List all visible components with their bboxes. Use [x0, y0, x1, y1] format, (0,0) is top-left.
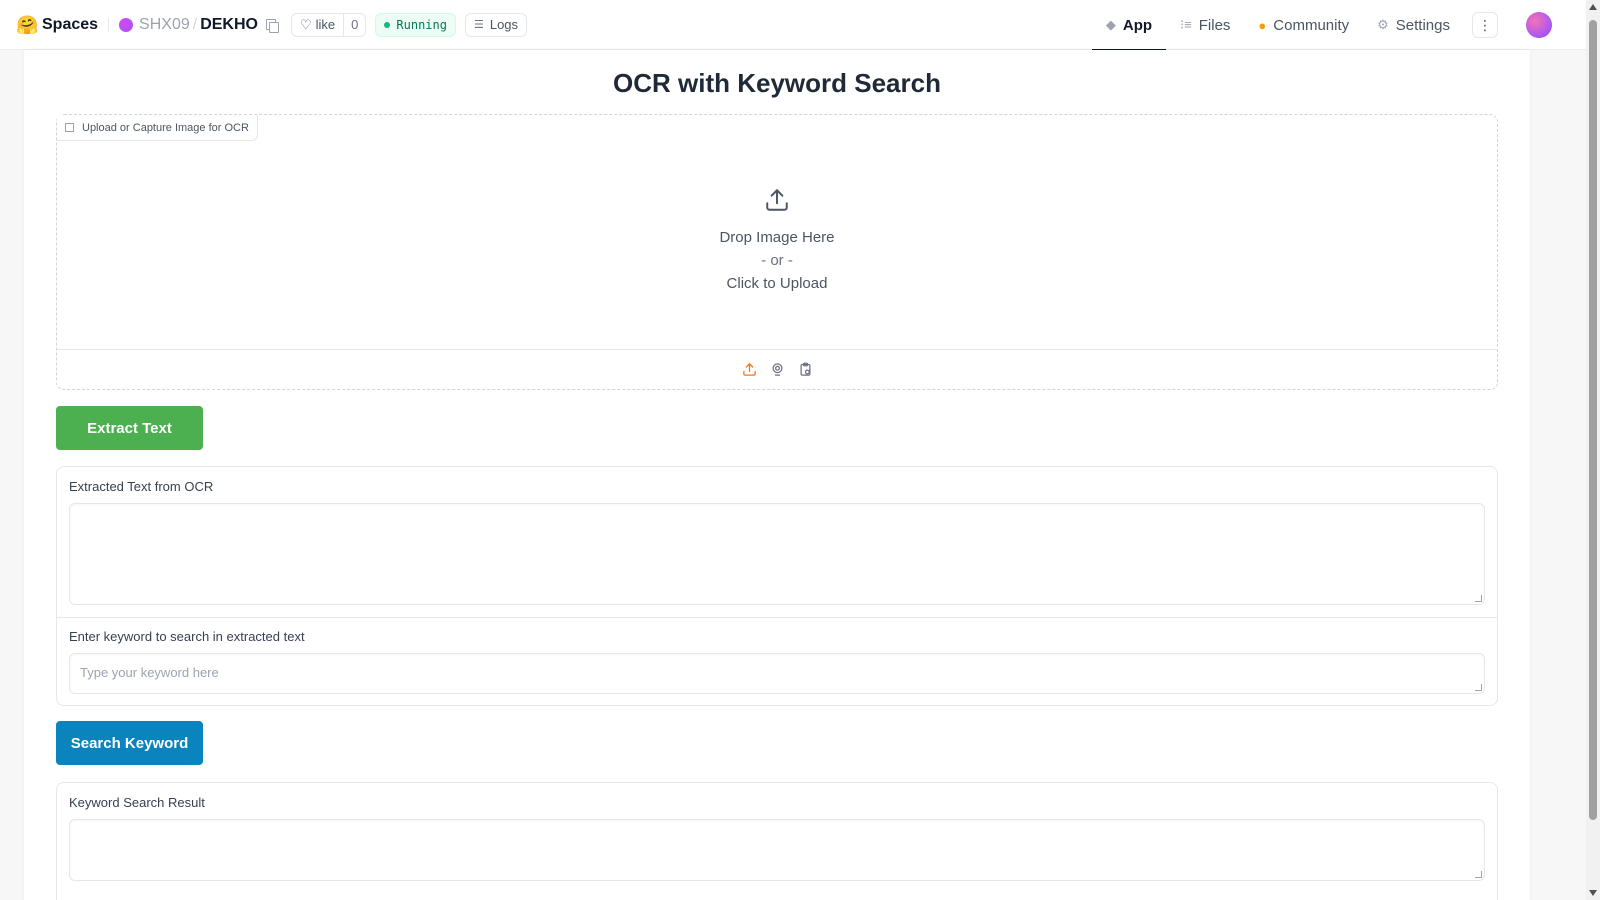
owner-avatar-icon: [119, 17, 134, 32]
ocr-output-group: Extracted Text from OCR Enter keyword to…: [56, 466, 1498, 706]
kebab-menu-icon: ⋮: [1478, 16, 1492, 33]
search-result-area[interactable]: [69, 819, 1485, 881]
path-separator: /: [192, 15, 198, 33]
keyword-label: Enter keyword to search in extracted tex…: [69, 629, 305, 644]
page-scrollbar[interactable]: [1586, 0, 1600, 900]
dropzone[interactable]: Drop Image Here - or - Click to Upload: [57, 187, 1497, 295]
upload-label: Upload or Capture Image for OCR: [82, 121, 249, 134]
logs-icon: ☰: [473, 19, 484, 31]
tab-files[interactable]: ⁝≡ Files: [1166, 0, 1244, 50]
like-widget: ♡ like 0: [290, 12, 367, 37]
like-label: like: [315, 17, 336, 32]
divider: [57, 617, 1497, 618]
keyword-field: Enter keyword to search in extracted tex…: [69, 629, 1485, 694]
cube-icon: ◆: [1105, 17, 1116, 32]
or-text: - or -: [761, 252, 793, 269]
user-avatar[interactable]: [1526, 12, 1552, 38]
logs-label: Logs: [489, 17, 519, 32]
upload-source-toolbar: [57, 349, 1497, 389]
tab-app[interactable]: ◆ App: [1091, 0, 1167, 51]
tab-label: Community: [1273, 16, 1350, 34]
keyword-placeholder: Type your keyword here: [80, 665, 219, 680]
community-icon: ●: [1258, 17, 1267, 33]
status-badge[interactable]: Running: [375, 12, 456, 37]
search-result-field: Keyword Search Result: [69, 795, 1485, 881]
search-result-group: Keyword Search Result: [56, 782, 1498, 900]
upload-source-icon[interactable]: [741, 362, 757, 378]
tab-settings[interactable]: ⚙ Settings: [1363, 0, 1464, 50]
webcam-icon[interactable]: [769, 362, 785, 378]
brand-name: Spaces: [42, 15, 99, 33]
top-navigation-bar: 🤗 Spaces SHX09 / DEKHO ♡ like 0 Running …: [0, 0, 1586, 51]
tab-label: App: [1122, 16, 1153, 34]
scroll-up-arrow-icon[interactable]: [1589, 4, 1597, 10]
hugging-face-logo-icon: 🤗: [16, 14, 39, 35]
divider: [108, 17, 110, 32]
more-options-button[interactable]: ⋮: [1472, 12, 1498, 38]
like-count[interactable]: 0: [343, 13, 365, 36]
repo-name-link[interactable]: DEKHO: [200, 16, 258, 34]
spaces-brand[interactable]: 🤗 Spaces: [16, 15, 98, 35]
resize-handle-icon[interactable]: [1475, 684, 1482, 691]
upload-label-badge: Upload or Capture Image for OCR: [57, 115, 258, 141]
logs-button[interactable]: ☰ Logs: [464, 12, 528, 37]
resize-handle-icon[interactable]: [1475, 871, 1482, 878]
extracted-text-area[interactable]: [69, 503, 1485, 605]
click-text: Click to Upload: [726, 275, 828, 292]
search-keyword-button[interactable]: Search Keyword: [56, 721, 203, 765]
space-tabs: ◆ App ⁝≡ Files ● Community ⚙ Settings ⋮: [1091, 0, 1586, 51]
page-title: OCR with Keyword Search: [613, 68, 941, 98]
clipboard-icon[interactable]: [797, 362, 813, 378]
like-button[interactable]: ♡ like: [292, 14, 343, 36]
status-text: Running: [396, 17, 447, 32]
keyword-input[interactable]: Type your keyword here: [69, 653, 1485, 694]
scrollbar-thumb[interactable]: [1589, 20, 1597, 820]
gear-icon: ⚙: [1377, 17, 1389, 32]
image-upload-area[interactable]: Upload or Capture Image for OCR Drop Ima…: [56, 114, 1498, 390]
repo-path: SHX09 / DEKHO: [119, 15, 279, 34]
drop-text: Drop Image Here: [719, 229, 835, 246]
heart-icon: ♡: [299, 16, 312, 32]
copy-icon[interactable]: [265, 18, 279, 33]
status-dot-icon: [384, 21, 391, 28]
resize-handle-icon[interactable]: [1475, 595, 1482, 602]
extracted-text-field: Extracted Text from OCR: [69, 479, 1485, 605]
repo-owner-link[interactable]: SHX09: [139, 16, 190, 34]
upload-icon: [766, 189, 788, 211]
tab-label: Files: [1198, 16, 1231, 34]
scroll-down-arrow-icon[interactable]: [1589, 890, 1597, 896]
app-container: OCR with Keyword Search Upload or Captur…: [24, 50, 1530, 900]
tab-label: Settings: [1395, 16, 1450, 34]
search-result-label: Keyword Search Result: [69, 795, 205, 810]
files-icon: ⁝≡: [1180, 17, 1192, 32]
tab-community[interactable]: ● Community: [1244, 0, 1363, 50]
extract-text-button[interactable]: Extract Text: [56, 406, 203, 450]
image-icon: [65, 123, 74, 132]
extracted-text-label: Extracted Text from OCR: [69, 479, 214, 494]
